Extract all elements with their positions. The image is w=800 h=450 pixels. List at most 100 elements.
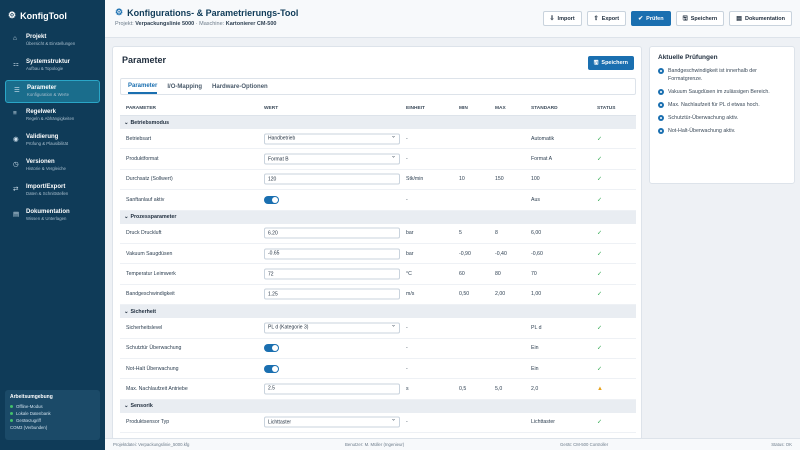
check-button[interactable]: ✔ Prüfen <box>631 11 671 26</box>
section-header[interactable]: ⌄ Prozessparameter <box>120 210 636 224</box>
sidebar-item-subtitle: Historie & Vergleiche <box>26 166 66 171</box>
sidebar-item-subtitle: Übersicht & Einstellungen <box>26 41 76 46</box>
machine-label: Maschine: <box>199 21 225 27</box>
info-dot-icon <box>658 89 664 95</box>
sidebar-item-title: Systemstruktur <box>26 59 71 65</box>
default-value: -0,60 <box>531 250 543 257</box>
tab-parameter[interactable]: Parameter <box>128 79 158 94</box>
min-value: 10 <box>459 176 465 183</box>
environment-row: Offline-Modus <box>10 403 95 410</box>
parameter-name: Max. Nachlaufzeit Antriebe <box>126 385 188 392</box>
tab-io-mapping[interactable]: I/O-Mapping <box>167 79 202 94</box>
value-select[interactable]: Lichttaster <box>264 416 400 428</box>
value-input[interactable]: 6.20 <box>264 227 400 239</box>
section-header[interactable]: ⌄ Sicherheit <box>120 305 636 319</box>
info-dot-icon <box>658 68 664 74</box>
max-value: 5,0 <box>495 385 503 392</box>
section-title: Sicherheit <box>130 308 157 315</box>
table-header: PARAMETER WERT EINHEIT MIN MAX STANDARD … <box>120 102 636 116</box>
check-item: Not-Halt-Überwachung aktiv. <box>658 127 786 135</box>
unit: - <box>406 345 408 352</box>
app-brand: ⚙ KonfigTool <box>0 0 105 30</box>
parameter-name: Druck Druckluft <box>126 230 162 237</box>
check-icon: ✓ <box>597 176 603 183</box>
sidebar-item-regelwerk[interactable]: ≡ Regelwerk Regeln & Abhängigkeiten <box>5 105 100 128</box>
app-status: Status: OK <box>771 442 792 447</box>
parameter-name: Bandgeschwindigkeit <box>126 291 175 298</box>
sidebar-item-dokumentation[interactable]: ▤ Dokumentation Wissen & Unterlagen <box>5 205 100 228</box>
default-value: 100 <box>531 176 540 183</box>
table-row: Produktsensor Typ Lichttaster - Lichttas… <box>120 413 636 434</box>
info-dot-icon <box>658 128 664 134</box>
check-text: Max. Nachlaufzeit für PL d etwas hoch. <box>668 102 760 108</box>
tab-hardware-options[interactable]: Hardware-Optionen <box>212 79 268 94</box>
unit: - <box>406 365 408 372</box>
export-button[interactable]: ⇧ Export <box>586 11 627 26</box>
project-label: Projekt: <box>115 21 134 27</box>
sidebar-item-parameter[interactable]: ☰ Parameter Konfiguration & Werte <box>5 80 100 103</box>
unit: - <box>406 156 408 163</box>
unit: Stk/min <box>406 176 424 183</box>
min-value: 0,5 <box>459 385 467 392</box>
validation-icon: ◉ <box>13 136 19 143</box>
value-input[interactable]: -0.65 <box>264 248 400 260</box>
unit: m/s <box>406 291 415 298</box>
environment-title: Arbeitsumgebung <box>10 394 53 400</box>
save-label: Speichern <box>601 60 628 66</box>
column-max: MAX <box>495 106 506 111</box>
check-text: Schutztür-Überwachung aktiv. <box>668 115 739 121</box>
sidebar-item-subtitle: Wissen & Unterlagen <box>26 216 67 221</box>
toggle-switch[interactable] <box>264 364 279 373</box>
parameter-name: Temperatur Leimwerk <box>126 271 176 278</box>
value-input[interactable]: 1.25 <box>264 288 400 300</box>
value-input[interactable]: 72 <box>264 268 400 280</box>
sidebar: ⚙ KonfigTool ⌂ Projekt Übersicht & Einst… <box>0 0 105 450</box>
sidebar-item-subtitle: Prüfung & Plausibilität <box>26 141 69 146</box>
sidebar-item-projekt[interactable]: ⌂ Projekt Übersicht & Einstellungen <box>5 30 100 53</box>
value-select[interactable]: Handbetrieb <box>264 132 400 145</box>
table-row: Temperatur Leimwerk 72 °C 60 80 70 ✓ <box>120 264 636 285</box>
check-text: Bandgeschwindigkeit ist innerhalb der Fo… <box>668 68 757 82</box>
toggle-switch[interactable] <box>264 344 279 353</box>
page-title: ⚙ Konfigurations- & Parametrierungs-Tool <box>115 7 298 18</box>
parameter-name: Betriebsart <box>126 135 152 142</box>
min-value: 5 <box>459 230 462 237</box>
check-icon: ✓ <box>597 291 603 298</box>
sidebar-item-title: Projekt <box>26 34 47 40</box>
section-header[interactable]: ⌄ Sensorik <box>120 399 636 413</box>
checks-panel: Aktuelle Prüfungen Bandgeschwindigkeit i… <box>649 46 795 184</box>
check-icon: ✓ <box>597 197 603 204</box>
save-button[interactable]: 🖫 Speichern <box>587 56 634 70</box>
header-save-button[interactable]: 🖫 Speichern <box>675 11 725 26</box>
value-input-text: 6.20 <box>268 230 278 237</box>
export-icon: ⇧ <box>593 16 599 22</box>
value-select[interactable]: Format B <box>264 153 400 165</box>
column-status: STATUS <box>597 106 616 111</box>
sidebar-item-title: Import/Export <box>26 184 66 190</box>
sidebar-item-versionen[interactable]: ◷ Versionen Historie & Vergleiche <box>5 155 100 178</box>
min-value: -0,90 <box>459 250 471 257</box>
rules-icon: ≡ <box>13 110 17 117</box>
sidebar-item-title: Dokumentation <box>26 209 70 215</box>
value-input[interactable]: 2.5 <box>264 383 400 395</box>
table-row: Max. Nachlaufzeit Antriebe 2.5 s 0,5 5,0… <box>120 379 636 400</box>
toggle-switch[interactable] <box>264 195 279 204</box>
sidebar-item-title: Versionen <box>26 159 55 165</box>
value-select[interactable]: PL d (Kategorie 3) <box>264 321 400 334</box>
export-label: Export <box>601 15 620 22</box>
default-value: Automatik <box>531 135 555 142</box>
unit: - <box>406 196 408 203</box>
section-header[interactable]: ⌄ Betriebsmodus <box>120 116 636 129</box>
import-button[interactable]: ⇩ Import <box>542 11 582 26</box>
sidebar-item-systemstruktur[interactable]: ⚏ Systemstruktur Aufbau & Topologie <box>5 55 100 78</box>
sidebar-item-subtitle: Konfiguration & Werte <box>27 92 69 97</box>
table-row: Not-Halt Überwachung - Ein ✓ <box>120 359 636 380</box>
gear-icon: ⚙ <box>115 7 124 17</box>
documentation-button[interactable]: ▤ Dokumentation <box>729 11 792 26</box>
value-input[interactable]: 120 <box>264 173 400 185</box>
table-row: Schutztür Überwachung - Ein ✓ <box>120 339 636 359</box>
table-row: Produktformat Format B - Format A ✓ <box>120 149 636 170</box>
sidebar-item-validierung[interactable]: ◉ Validierung Prüfung & Plausibilität <box>5 130 100 153</box>
sidebar-item-import-export[interactable]: ⇄ Import/Export Daten & Schnittstellen <box>5 180 100 203</box>
environment-label: Offline-Modus <box>16 404 43 409</box>
